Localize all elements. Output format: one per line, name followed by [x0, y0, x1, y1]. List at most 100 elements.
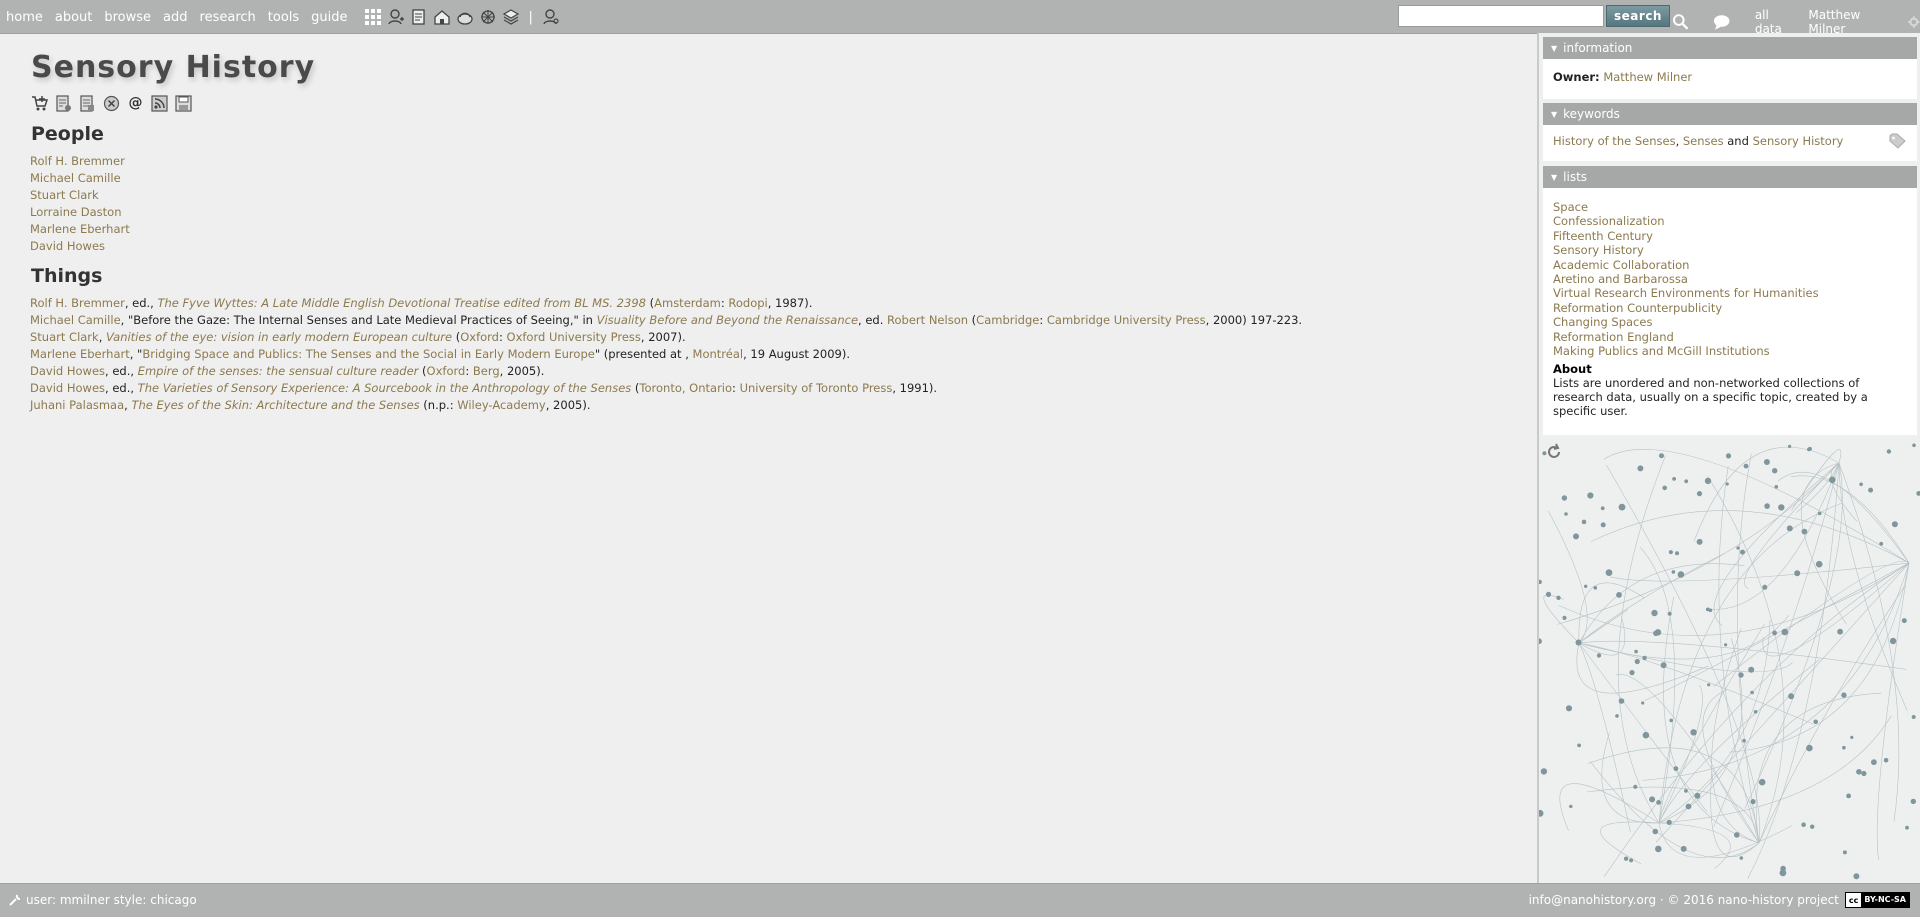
rss-feed-icon[interactable] — [151, 94, 168, 112]
chat-bubble-icon[interactable] — [1711, 13, 1732, 31]
list-link[interactable]: Changing Spaces — [1553, 315, 1652, 329]
network-node — [1850, 735, 1854, 739]
nav-add[interactable]: add — [163, 10, 187, 25]
citation-place[interactable]: Amsterdam — [654, 296, 721, 310]
citation-publisher[interactable]: Cambridge University Press — [1047, 313, 1206, 327]
license-badge[interactable]: cc BY-NC-SA — [1844, 892, 1910, 908]
citation-title[interactable]: Vanities of the eye: vision in early mod… — [106, 330, 452, 344]
add-organization-icon[interactable] — [456, 8, 474, 26]
user-menu-name[interactable]: Matthew Milner — [1808, 8, 1898, 36]
network-node — [1565, 705, 1573, 712]
network-node — [1879, 541, 1884, 546]
contact-email-link[interactable]: info@nanohistory.org — [1529, 893, 1656, 907]
list-link[interactable]: Space — [1553, 200, 1588, 214]
magnifier-icon[interactable] — [1672, 13, 1689, 31]
citation-editor[interactable]: Robert Nelson — [887, 313, 968, 327]
citation-author[interactable]: Rolf H. Bremmer — [30, 296, 125, 310]
list-link[interactable]: Virtual Research Environments for Humani… — [1553, 286, 1819, 300]
owner-link[interactable]: Matthew Milner — [1603, 70, 1692, 84]
network-node — [1684, 479, 1689, 484]
citation-place[interactable]: Montréal — [693, 347, 744, 361]
nav-research[interactable]: research — [200, 10, 256, 25]
add-layers-icon[interactable] — [502, 8, 520, 26]
add-document-icon[interactable] — [410, 8, 428, 26]
lists-panel-header[interactable]: ▼ lists — [1543, 166, 1917, 188]
citation-publisher[interactable]: University of Toronto Press — [740, 381, 893, 395]
network-node — [1738, 672, 1744, 678]
save-disk-icon[interactable] — [175, 94, 192, 112]
person-link[interactable]: Lorraine Daston — [30, 205, 121, 219]
citation-publisher[interactable]: Rodopi — [728, 296, 767, 310]
list-link[interactable]: Confessionalization — [1553, 214, 1665, 228]
refresh-network-icon[interactable] — [1545, 443, 1563, 461]
search-input[interactable] — [1398, 5, 1604, 27]
citation-author[interactable]: Juhani Palasmaa — [30, 398, 124, 412]
person-link[interactable]: Marlene Eberhart — [30, 222, 130, 236]
list-link[interactable]: Fifteenth Century — [1553, 229, 1653, 243]
citation-author[interactable]: Stuart Clark — [30, 330, 99, 344]
person-link[interactable]: Stuart Clark — [30, 188, 99, 202]
citation-title[interactable]: Visuality Before and Beyond the Renaissa… — [597, 313, 858, 327]
citation-place[interactable]: Toronto, Ontario — [639, 381, 732, 395]
close-circle-icon[interactable] — [103, 95, 120, 112]
all-data-link[interactable]: all data — [1755, 8, 1799, 36]
export-document-icon[interactable] — [79, 94, 96, 112]
grid-icon[interactable] — [364, 8, 382, 26]
citation-place[interactable]: Wiley-Academy — [457, 398, 546, 412]
add-citation-icon[interactable] — [55, 94, 72, 112]
network-edge — [1755, 692, 1882, 844]
network-node — [1615, 714, 1619, 718]
wrench-icon[interactable] — [8, 893, 22, 907]
network-node — [1841, 692, 1847, 698]
keyword-link[interactable]: Sensory History — [1753, 134, 1844, 148]
person-link[interactable]: Rolf H. Bremmer — [30, 154, 125, 168]
list-link[interactable]: Sensory History — [1553, 243, 1644, 257]
citation-publisher[interactable]: Oxford University Press — [507, 330, 641, 344]
citation-author[interactable]: Marlene Eberhart — [30, 347, 130, 361]
list-link[interactable]: Academic Collaboration — [1553, 258, 1689, 272]
list-link[interactable]: Reformation Counterpublicity — [1553, 301, 1722, 315]
settings-gear-icon[interactable] — [1908, 16, 1920, 28]
network-node — [1694, 792, 1701, 799]
search-button[interactable]: search — [1606, 5, 1670, 27]
network-node — [1813, 719, 1818, 725]
citation-title[interactable]: Bridging Space and Publics: The Senses a… — [142, 347, 594, 361]
citation-author[interactable]: David Howes — [30, 364, 105, 378]
citation-title[interactable]: The Varieties of Sensory Experience: A S… — [138, 381, 632, 395]
citation-title[interactable]: The Eyes of the Skin: Architecture and t… — [131, 398, 419, 412]
network-node — [1605, 569, 1613, 576]
add-place-icon[interactable] — [433, 8, 451, 26]
citation-publisher[interactable]: Berg — [473, 364, 500, 378]
network-node — [1675, 551, 1679, 556]
tag-icon[interactable] — [1889, 133, 1907, 149]
person-link[interactable]: David Howes — [30, 239, 105, 253]
network-node — [1666, 819, 1672, 825]
list-link[interactable]: Aretino and Barbarossa — [1553, 272, 1688, 286]
keywords-panel-header[interactable]: ▼ keywords — [1543, 103, 1917, 125]
citation-place[interactable]: Oxford — [460, 330, 499, 344]
citation-author[interactable]: Michael Camille — [30, 313, 121, 327]
add-person-icon[interactable] — [387, 8, 405, 26]
nav-home[interactable]: home — [6, 10, 43, 25]
keyword-link[interactable]: Senses — [1683, 134, 1724, 148]
citation-place[interactable]: Oxford — [427, 364, 466, 378]
citation-author[interactable]: David Howes — [30, 381, 105, 395]
nav-tools[interactable]: tools — [268, 10, 299, 25]
list-link[interactable]: Reformation England — [1553, 330, 1674, 344]
add-event-icon[interactable] — [479, 8, 497, 26]
person-link[interactable]: Michael Camille — [30, 171, 121, 185]
nav-browse[interactable]: browse — [104, 10, 151, 25]
cart-icon[interactable] — [31, 95, 48, 112]
keyword-link[interactable]: History of the Senses — [1553, 134, 1676, 148]
nav-guide[interactable]: guide — [311, 10, 347, 25]
citation-place[interactable]: Cambridge — [976, 313, 1039, 327]
network-node — [1740, 549, 1745, 555]
information-panel-header[interactable]: ▼ information — [1543, 37, 1917, 59]
person-item: Stuart Clark — [30, 187, 1530, 204]
user-search-icon[interactable] — [542, 8, 560, 26]
nav-about[interactable]: about — [55, 10, 93, 25]
citation-title[interactable]: Empire of the senses: the sensual cultur… — [138, 364, 419, 378]
citation-title[interactable]: The Fyve Wyttes: A Late Middle English D… — [157, 296, 645, 310]
email-at-icon[interactable]: @ — [127, 95, 144, 111]
list-link[interactable]: Making Publics and McGill Institutions — [1553, 344, 1770, 358]
